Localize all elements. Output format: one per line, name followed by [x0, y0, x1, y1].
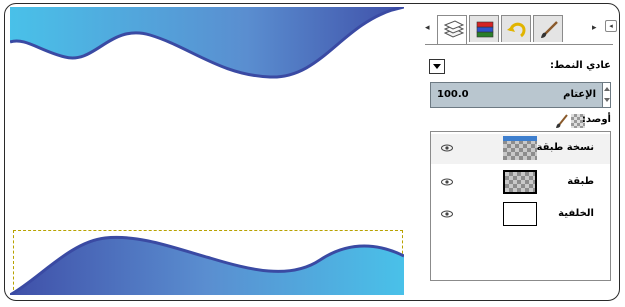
tab-layers[interactable]	[437, 15, 467, 44]
layer-name[interactable]: الخلفية	[558, 208, 594, 219]
channels-icon	[476, 21, 494, 38]
spin-up-icon[interactable]	[604, 87, 610, 91]
layer-name[interactable]: نسخة طبقة	[537, 142, 594, 153]
tab-undo-history[interactable]	[501, 15, 531, 42]
tab-menu-icon[interactable]: ◂	[605, 20, 617, 32]
tabs-scroll-right-icon[interactable]: ▸	[592, 23, 597, 33]
opacity-value: 100.0	[437, 89, 469, 100]
undo-history-icon	[507, 22, 526, 38]
brushes-icon	[541, 21, 558, 38]
opacity-control: 100.0 الإعتام	[430, 82, 611, 108]
mode-row: عادي النمط:	[425, 58, 611, 76]
layer-row[interactable]: طبقة	[431, 168, 610, 198]
opacity-label: الإعتام	[563, 89, 596, 100]
layer-name[interactable]: طبقة	[567, 176, 594, 187]
eye-icon[interactable]	[441, 144, 453, 152]
layer-row[interactable]: نسخة طبقة	[431, 134, 610, 164]
bottom-wave-shape	[10, 235, 404, 295]
tabs-underline	[425, 44, 613, 45]
layer-thumbnail	[503, 202, 537, 226]
top-wave-shape	[10, 7, 404, 79]
layer-thumbnail	[503, 136, 537, 160]
tabs-scroll-left-icon[interactable]: ◂	[425, 23, 430, 33]
tab-channels[interactable]	[469, 15, 499, 42]
eye-icon[interactable]	[441, 178, 453, 186]
layers-icon	[443, 20, 465, 38]
mode-label: عادي النمط:	[549, 60, 611, 71]
screenshot-frame: ◂ ▸ ◂ عادي النمط: 100.0 الإعتام أوصد: نس…	[4, 3, 620, 301]
lock-row: أوصد:	[425, 113, 611, 129]
opacity-slider[interactable]: 100.0 الإعتام	[430, 82, 603, 108]
spin-down-icon[interactable]	[604, 98, 610, 102]
opacity-spinner[interactable]	[603, 82, 611, 108]
layers-list: نسخة طبقة طبقة الخلفية	[430, 131, 611, 281]
layers-panel: ◂ ▸ ◂ عادي النمط: 100.0 الإعتام أوصد: نس…	[421, 7, 617, 295]
dock-tabs: ◂ ▸ ◂	[425, 15, 617, 45]
image-canvas[interactable]	[10, 7, 404, 295]
lock-pixels-brush-icon[interactable]	[555, 113, 569, 129]
layer-row[interactable]: الخلفية	[431, 200, 610, 230]
lock-label: أوصد:	[581, 114, 611, 125]
eye-icon[interactable]	[441, 210, 453, 218]
tab-brushes[interactable]	[533, 15, 563, 42]
panel-divider	[405, 7, 421, 295]
layer-thumbnail	[503, 170, 537, 194]
mode-dropdown[interactable]	[429, 59, 445, 74]
